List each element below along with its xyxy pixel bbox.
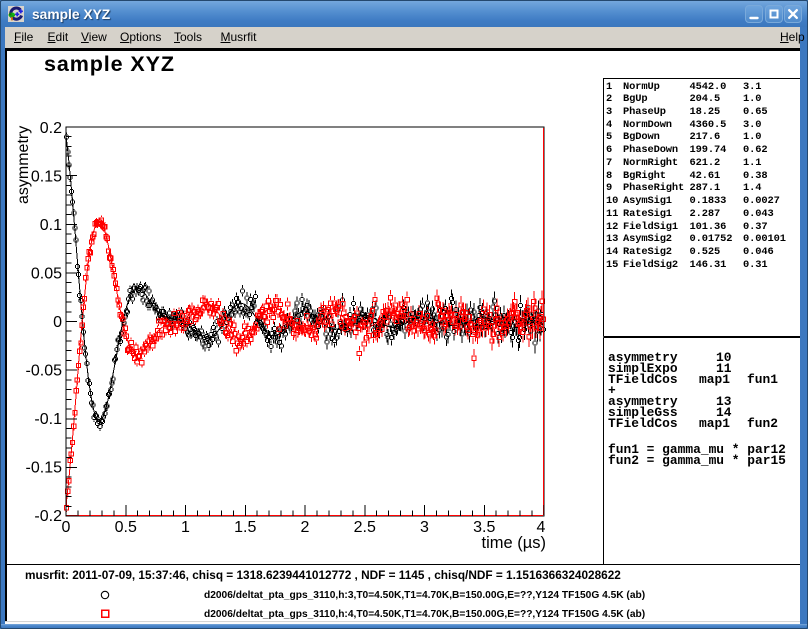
svg-text:asymmetry: asymmetry xyxy=(15,126,32,204)
svg-text:time (µs): time (µs) xyxy=(481,534,546,552)
svg-text:1: 1 xyxy=(181,519,190,536)
svg-text:-0.15: -0.15 xyxy=(26,460,63,477)
svg-text:-0.2: -0.2 xyxy=(34,508,62,525)
svg-text:0.1: 0.1 xyxy=(40,217,62,234)
svg-text:-0.05: -0.05 xyxy=(26,363,63,380)
svg-text:0: 0 xyxy=(62,519,71,536)
svg-text:1.5: 1.5 xyxy=(234,519,256,536)
svg-text:0.2: 0.2 xyxy=(40,120,62,137)
svg-text:-0.1: -0.1 xyxy=(34,411,62,428)
svg-text:0.15: 0.15 xyxy=(31,169,62,186)
svg-text:0.5: 0.5 xyxy=(115,519,137,536)
svg-text:2.5: 2.5 xyxy=(354,519,376,536)
svg-text:2: 2 xyxy=(301,519,310,536)
svg-text:3: 3 xyxy=(420,519,429,536)
svg-text:0: 0 xyxy=(53,314,62,331)
svg-text:0.05: 0.05 xyxy=(31,266,62,283)
